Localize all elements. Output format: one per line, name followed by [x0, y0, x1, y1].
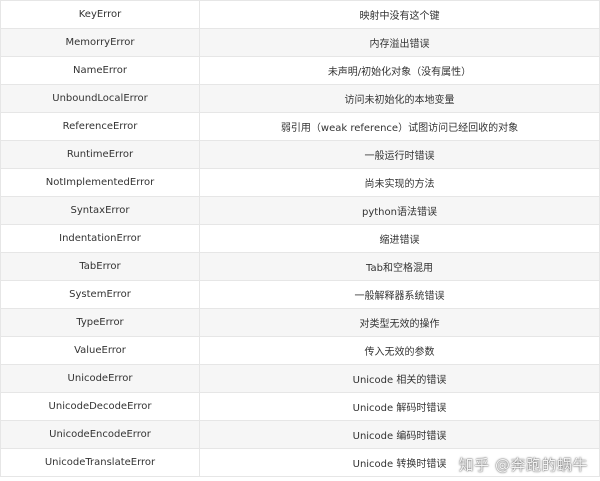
- error-description: 传入无效的参数: [199, 336, 600, 365]
- error-name: ReferenceError: [0, 112, 200, 141]
- error-description: 弱引用（weak reference）试图访问已经回收的对象: [199, 112, 600, 141]
- error-description: Unicode 相关的错误: [199, 364, 600, 393]
- error-name: UnboundLocalError: [0, 84, 200, 113]
- error-description: 一般解释器系统错误: [199, 280, 600, 309]
- table-row: SystemError 一般解释器系统错误: [0, 280, 600, 309]
- error-description: python语法错误: [199, 196, 600, 225]
- table-row: ReferenceError 弱引用（weak reference）试图访问已经回…: [0, 112, 600, 141]
- error-name: NameError: [0, 56, 200, 85]
- table-row: TypeError 对类型无效的操作: [0, 308, 600, 337]
- error-name: TypeError: [0, 308, 200, 337]
- error-description: 未声明/初始化对象（没有属性）: [199, 56, 600, 85]
- error-description: Unicode 解码时错误: [199, 392, 600, 421]
- error-name: SystemError: [0, 280, 200, 309]
- error-name: TabError: [0, 252, 200, 281]
- table-row: SyntaxError python语法错误: [0, 196, 600, 225]
- error-name: UnicodeDecodeError: [0, 392, 200, 421]
- table-row: UnboundLocalError 访问未初始化的本地变量: [0, 84, 600, 113]
- table-row: UnicodeEncodeError Unicode 编码时错误: [0, 420, 600, 449]
- error-name: RuntimeError: [0, 140, 200, 169]
- error-description: Unicode 编码时错误: [199, 420, 600, 449]
- error-description: 访问未初始化的本地变量: [199, 84, 600, 113]
- table-row: NameError 未声明/初始化对象（没有属性）: [0, 56, 600, 85]
- table-row: UnicodeDecodeError Unicode 解码时错误: [0, 392, 600, 421]
- error-description: 一般运行时错误: [199, 140, 600, 169]
- error-description: 对类型无效的操作: [199, 308, 600, 337]
- table-row: ValueError 传入无效的参数: [0, 336, 600, 365]
- error-description: 尚未实现的方法: [199, 168, 600, 197]
- table-row: UnicodeError Unicode 相关的错误: [0, 364, 600, 393]
- error-name: SyntaxError: [0, 196, 200, 225]
- error-name: NotImplementedError: [0, 168, 200, 197]
- table-row: TabError Tab和空格混用: [0, 252, 600, 281]
- error-description: Tab和空格混用: [199, 252, 600, 281]
- table-row: RuntimeError 一般运行时错误: [0, 140, 600, 169]
- error-description: 内存溢出错误: [199, 28, 600, 57]
- error-name: MemorryError: [0, 28, 200, 57]
- error-table: KeyError 映射中没有这个键 MemorryError 内存溢出错误 Name…: [0, 0, 600, 477]
- table-row: MemorryError 内存溢出错误: [0, 28, 600, 57]
- error-name: UnicodeEncodeError: [0, 420, 200, 449]
- error-name: ValueError: [0, 336, 200, 365]
- error-description: 缩进错误: [199, 224, 600, 253]
- error-name: UnicodeError: [0, 364, 200, 393]
- error-description: 映射中没有这个键: [199, 0, 600, 29]
- error-name: IndentationError: [0, 224, 200, 253]
- table-row: IndentationError 缩进错误: [0, 224, 600, 253]
- table-row: KeyError 映射中没有这个键: [0, 0, 600, 29]
- error-name: UnicodeTranslateError: [0, 448, 200, 477]
- error-name: KeyError: [0, 0, 200, 29]
- watermark: 知乎 @奔跑的蜗牛: [458, 456, 588, 474]
- table-row: NotImplementedError 尚未实现的方法: [0, 168, 600, 197]
